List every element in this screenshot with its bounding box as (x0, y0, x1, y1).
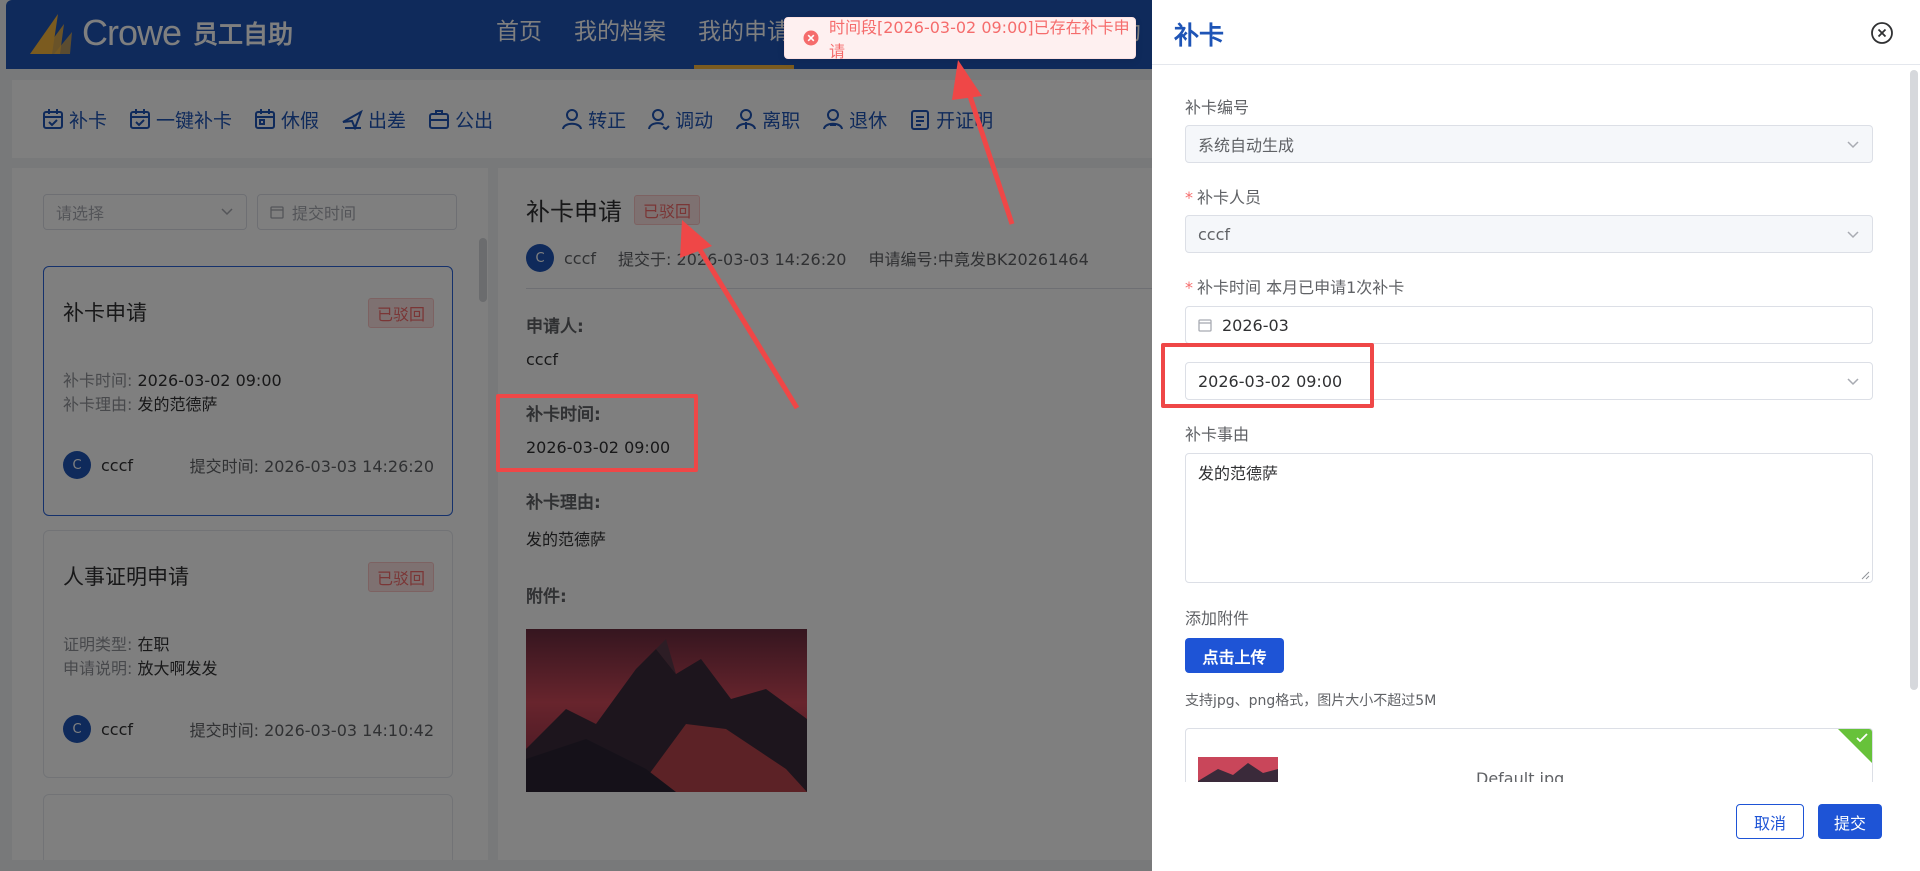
number-select[interactable]: 系统自动生成 (1185, 125, 1873, 163)
attachment-label: 添加附件 (1185, 609, 1250, 628)
upload-hint: 支持jpg、png格式，图片大小不超过5M (1185, 693, 1437, 709)
chevron-down-icon (1846, 227, 1860, 241)
person-value: cccf (1198, 224, 1231, 244)
upload-button[interactable]: 点击上传 (1185, 638, 1284, 673)
cancel-button[interactable]: 取消 (1736, 804, 1804, 839)
resize-grip-icon[interactable] (1860, 570, 1870, 580)
number-label: 补卡编号 (1185, 98, 1250, 117)
submit-button[interactable]: 提交 (1818, 804, 1882, 839)
file-name: Default.jpg (1476, 769, 1565, 782)
time-label: * 补卡时间 本月已申请1次补卡 (1185, 278, 1405, 297)
reason-value: 发的范德萨 (1198, 464, 1279, 483)
number-value: 系统自动生成 (1198, 136, 1295, 155)
reason-textarea[interactable]: 发的范德萨 (1185, 453, 1873, 583)
drawer-header: 补卡 (1152, 0, 1920, 65)
close-icon[interactable] (1870, 21, 1894, 45)
uploaded-file-card: Default.jpg (1185, 728, 1873, 782)
month-value: 2026-03 (1222, 315, 1289, 335)
drawer-scrollbar[interactable] (1910, 70, 1918, 690)
person-select[interactable]: cccf (1185, 215, 1873, 253)
person-label: * 补卡人员 (1185, 188, 1262, 207)
error-toast: 时间段[2026-03-02 09:00]已存在补卡申请 (784, 17, 1136, 61)
toast-message: 时间段[2026-03-02 09:00]已存在补卡申请 (829, 18, 1130, 61)
chevron-down-icon (1846, 374, 1860, 388)
file-thumbnail[interactable] (1198, 757, 1278, 782)
reason-label: 补卡事由 (1185, 425, 1250, 444)
error-circle-icon (803, 30, 819, 46)
month-picker[interactable]: 2026-03 (1185, 306, 1873, 344)
drawer-title: 补卡 (1174, 21, 1225, 50)
calendar-icon (1198, 318, 1212, 332)
check-icon (1855, 732, 1869, 744)
card-fix-drawer: 补卡 补卡编号 系统自动生成 * 补卡人员 cccf * 补卡时间 本月已申请1次补… (1152, 0, 1920, 871)
chevron-down-icon (1846, 137, 1860, 151)
highlight-box-detail-time (496, 394, 698, 472)
highlight-box-drawer-time (1161, 343, 1374, 408)
